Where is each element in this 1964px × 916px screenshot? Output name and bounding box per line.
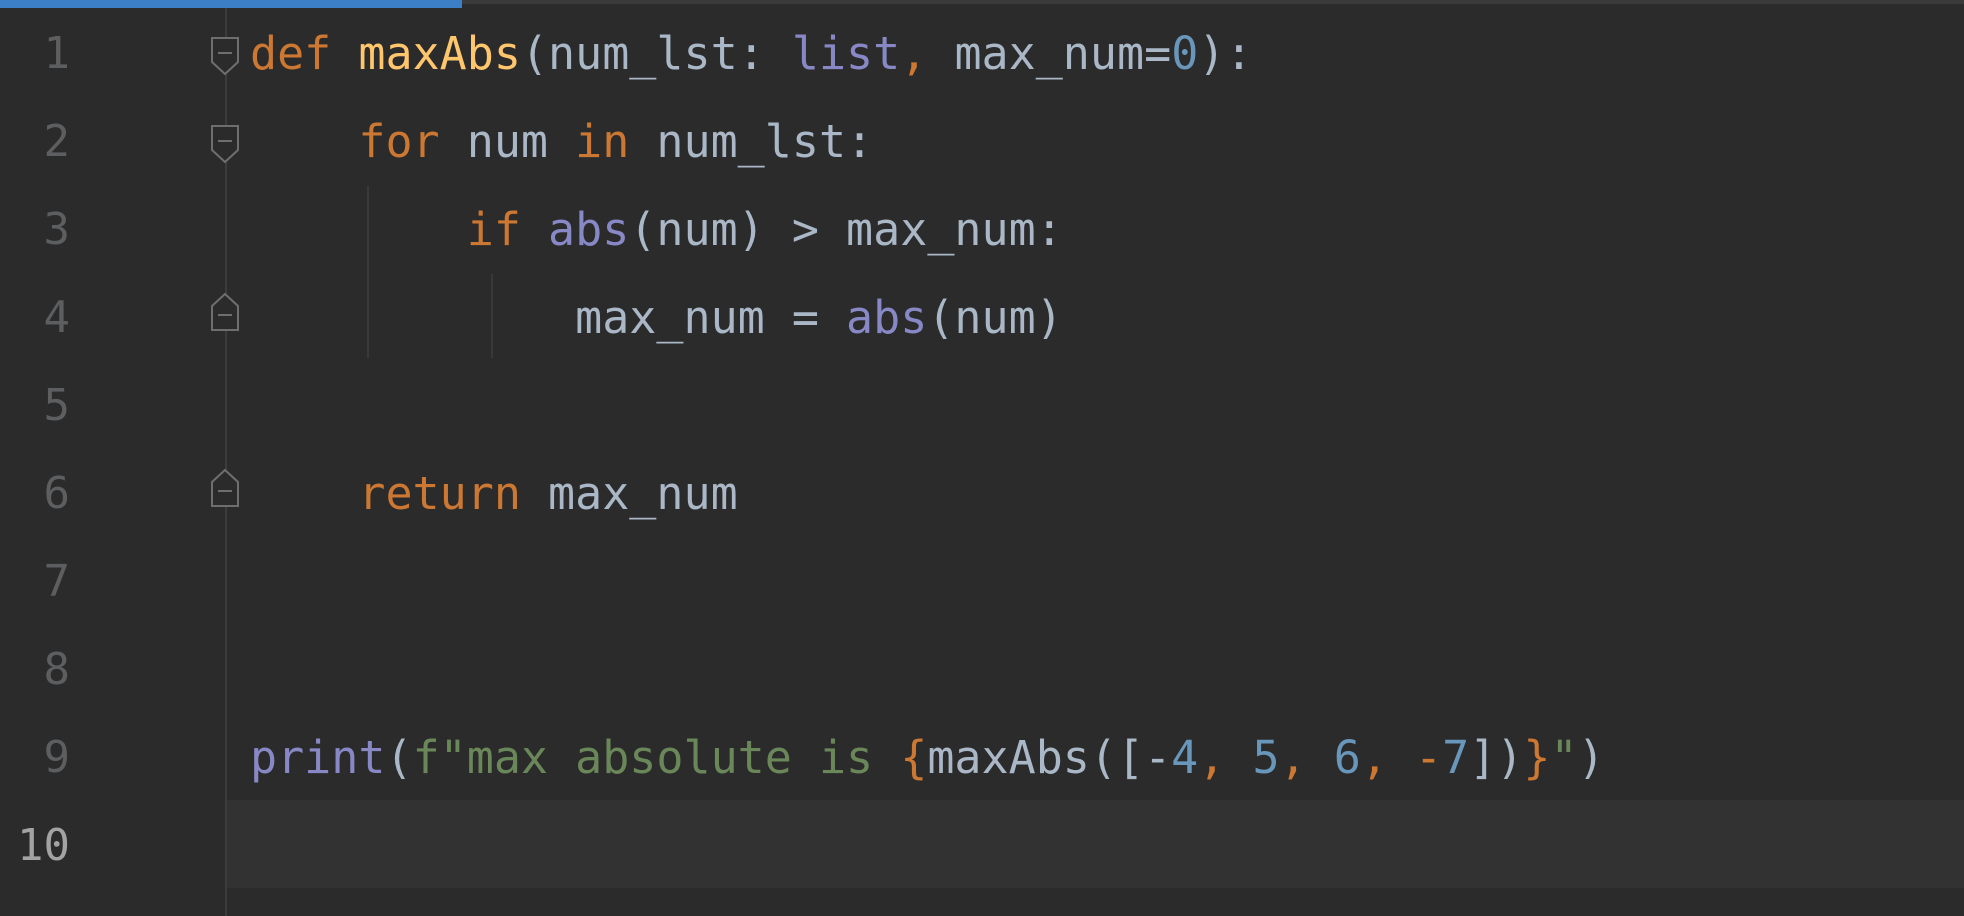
comma: , xyxy=(1279,731,1334,784)
line-number: 1 xyxy=(43,28,71,79)
number-literal: 6 xyxy=(1333,731,1361,784)
line-number: 6 xyxy=(43,468,71,519)
line-number: 2 xyxy=(43,116,71,167)
line-number: 4 xyxy=(43,292,71,343)
condition: (num) > max_num: xyxy=(629,203,1063,256)
line-number: 9 xyxy=(43,732,71,783)
builtin-print: print xyxy=(250,731,386,784)
call-args: (num) xyxy=(927,291,1063,344)
line-number: 8 xyxy=(43,644,71,695)
code-line-4[interactable]: max_num = abs(num) xyxy=(250,274,1063,362)
builtin-abs: abs xyxy=(846,291,928,344)
call-close: ]) xyxy=(1469,731,1524,784)
function-call: maxAbs([- xyxy=(927,731,1172,784)
iterable: num_lst: xyxy=(656,115,874,168)
line-number: 7 xyxy=(43,556,71,607)
loop-variable: num xyxy=(466,115,549,168)
line-number: 3 xyxy=(43,204,71,255)
default-value: 0 xyxy=(1171,27,1199,80)
function-name: maxAbs xyxy=(358,27,521,80)
fstring-brace-close: } xyxy=(1523,731,1551,784)
comma: , xyxy=(900,27,955,80)
close-paren: ): xyxy=(1198,27,1253,80)
line-number-gutter[interactable]: 1 2 3 4 5 6 7 8 9 10 xyxy=(0,0,226,916)
code-line-2[interactable]: for num in num_lst: xyxy=(250,98,873,186)
keyword-return: return xyxy=(358,467,521,520)
open-paren: ( xyxy=(520,27,549,80)
number-literal: 7 xyxy=(1442,731,1470,784)
line-number-current: 10 xyxy=(17,820,70,871)
equals: = xyxy=(1144,27,1172,80)
fold-collapse-icon[interactable] xyxy=(209,36,241,76)
fold-collapse-icon[interactable] xyxy=(209,124,241,164)
code-line-6[interactable]: return max_num xyxy=(250,450,738,538)
builtin-abs: abs xyxy=(548,203,630,256)
keyword-for: for xyxy=(358,115,440,168)
fold-end-icon[interactable] xyxy=(209,468,241,508)
fstring-brace-open: { xyxy=(900,731,928,784)
tab-strip xyxy=(462,0,1964,4)
current-line-highlight xyxy=(227,800,1964,888)
return-value: max_num xyxy=(548,467,738,520)
keyword-if: if xyxy=(466,203,521,256)
code-line-1[interactable]: def maxAbs(num_lst: list, max_num=0): xyxy=(250,10,1252,98)
parameter: max_num xyxy=(954,27,1145,80)
line-number: 5 xyxy=(43,380,71,431)
code-line-3[interactable]: if abs(num) > max_num: xyxy=(250,186,1063,274)
type-colon: : xyxy=(737,27,792,80)
type-hint: list xyxy=(791,27,901,80)
code-editor[interactable]: 1 2 3 4 5 6 7 8 9 10 def maxAbs(num_lst:… xyxy=(0,0,1964,916)
number-literal: 5 xyxy=(1252,731,1280,784)
fstring-end-quote: " xyxy=(1550,731,1578,784)
close-paren: ) xyxy=(1577,731,1605,784)
comma: , xyxy=(1198,731,1253,784)
keyword-in: in xyxy=(575,115,630,168)
parameter: num_lst xyxy=(548,27,738,80)
open-paren: ( xyxy=(385,731,413,784)
code-line-9[interactable]: print(f"max absolute is {maxAbs([-4, 5 , … xyxy=(250,714,1605,802)
assignment-target: max_num = xyxy=(575,291,847,344)
comma: , - xyxy=(1360,731,1443,784)
number-literal: 4 xyxy=(1171,731,1199,784)
fold-end-icon[interactable] xyxy=(209,292,241,332)
fstring-text: f"max absolute is xyxy=(412,731,901,784)
keyword-def: def xyxy=(250,27,332,80)
